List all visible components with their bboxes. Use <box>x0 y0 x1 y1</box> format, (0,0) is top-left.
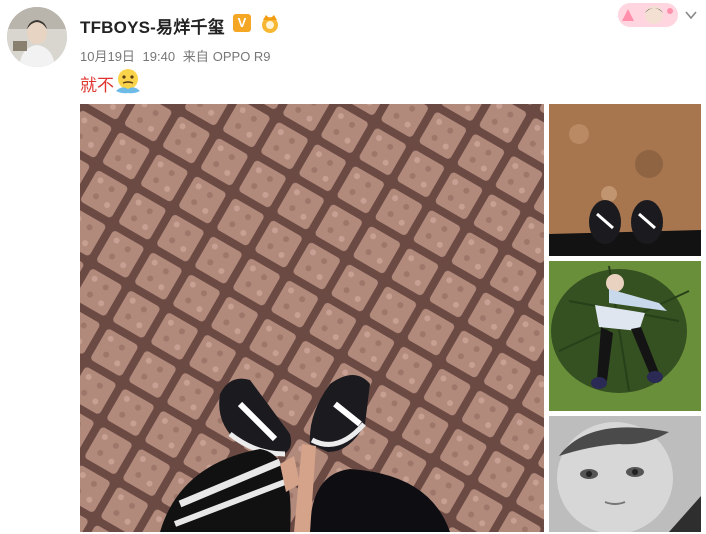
post-photo-thumb-2[interactable] <box>549 261 701 411</box>
user-avatar[interactable] <box>7 7 67 67</box>
chevron-down-icon[interactable] <box>684 8 698 22</box>
username[interactable]: TFBOYS-易烊千玺 <box>80 13 225 38</box>
post-photo-thumb-3[interactable] <box>549 416 701 532</box>
post-text: 就不 <box>80 76 114 95</box>
post-photo-main[interactable] <box>80 104 544 532</box>
post-source-device[interactable]: OPPO R9 <box>213 49 271 64</box>
verified-icon: V <box>233 14 251 32</box>
post-date[interactable]: 10月19日 <box>80 49 135 64</box>
crown-badge-icon <box>259 12 281 34</box>
top-right-avatar[interactable] <box>618 3 678 27</box>
post-meta: 10月19日 19:40 来自 OPPO R9 <box>80 46 275 65</box>
post-source-prefix: 来自 <box>182 49 209 64</box>
thinking-face-icon <box>114 67 142 95</box>
post-photo-thumb-1[interactable] <box>549 104 701 256</box>
post-time[interactable]: 19:40 <box>143 49 176 64</box>
